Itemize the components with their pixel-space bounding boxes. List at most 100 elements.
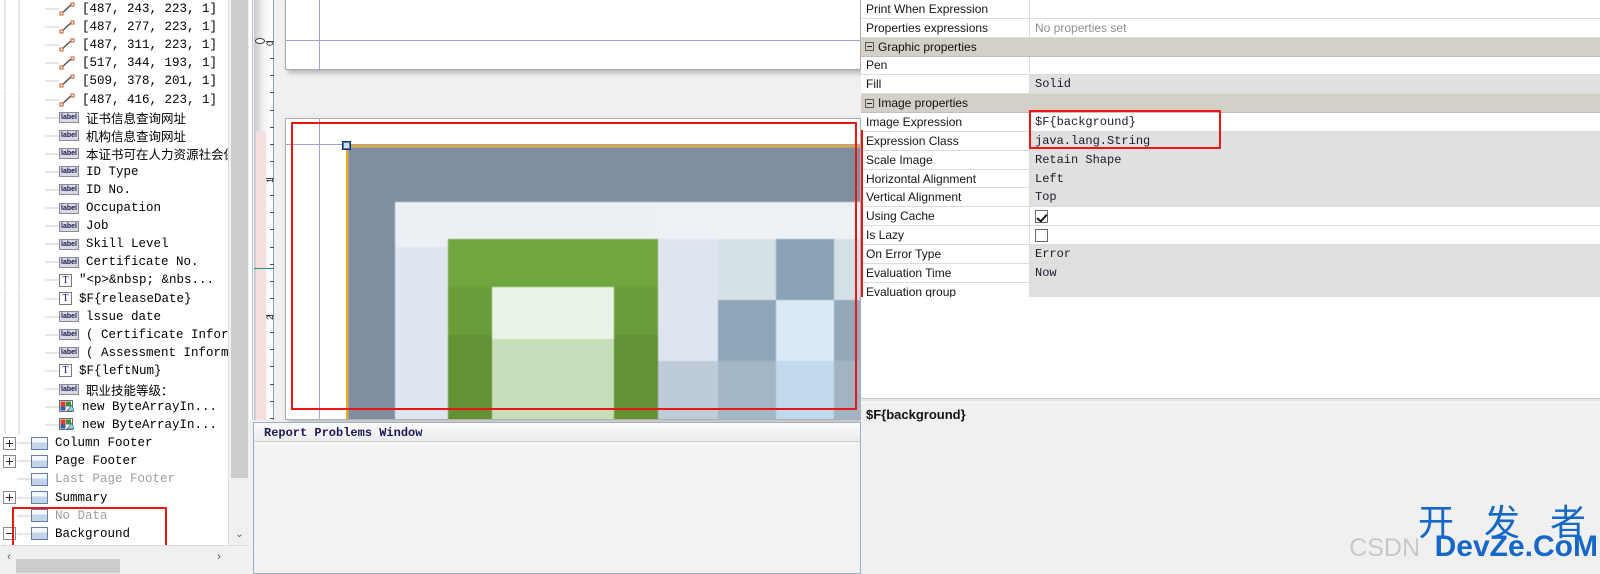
background-band-area[interactable]: [285, 118, 861, 420]
tree-node-5[interactable]: [487, 416, 223, 1]: [0, 90, 228, 109]
resize-handle-top-left[interactable]: [342, 141, 351, 150]
tree-vertical-scrollbar[interactable]: ⌄: [228, 0, 249, 545]
tree-horizontal-scroll-thumb[interactable]: [16, 559, 120, 573]
tree-node-19[interactable]: label ( Assessment Information ): h: [0, 343, 228, 362]
checkbox-unchecked-icon[interactable]: [1035, 228, 1048, 242]
property-row-4[interactable]: Fill Solid: [861, 75, 1600, 95]
property-name: Scale Image: [861, 150, 1030, 169]
tree-connector: [45, 199, 59, 218]
expand-node-icon[interactable]: [3, 436, 16, 450]
property-group-2[interactable]: Graphic properties: [861, 37, 1600, 57]
property-value[interactable]: [1030, 207, 1600, 226]
tree-node-spacer: [31, 93, 44, 106]
tree-node-spacer: [3, 473, 16, 486]
scroll-down-icon[interactable]: ⌄: [231, 526, 248, 543]
tree-vertical-scroll-thumb[interactable]: [231, 0, 248, 478]
tree-node-9[interactable]: label ID Type: [0, 162, 228, 181]
tree-node-26[interactable]: Last Page Footer: [0, 470, 228, 489]
collapse-group-icon[interactable]: [865, 42, 874, 52]
property-row-8[interactable]: Scale Image Retain Shape: [861, 150, 1600, 170]
tree-node-13[interactable]: label Skill Level: [0, 235, 228, 254]
tree-node-15[interactable]: T "<p>&nbsp; &nbs...: [0, 271, 228, 290]
checkbox-checked-icon[interactable]: [1035, 209, 1048, 223]
property-row-14[interactable]: Evaluation Time Now: [861, 263, 1600, 283]
tree-node-11[interactable]: label Occupation: [0, 199, 228, 218]
tree-node-2[interactable]: [487, 311, 223, 1]: [0, 36, 228, 55]
property-row-11[interactable]: Using Cache: [861, 207, 1600, 227]
tree-node-21[interactable]: label 职业技能等级：: [0, 380, 228, 399]
property-value[interactable]: No properties set: [1030, 18, 1600, 37]
tree-node-23[interactable]: new ByteArrayIn...: [0, 416, 228, 435]
tree-node-14[interactable]: label Certificate No.: [0, 253, 228, 272]
property-value[interactable]: Solid: [1030, 75, 1600, 94]
property-row-10[interactable]: Vertical Alignment Top: [861, 188, 1600, 208]
property-value[interactable]: Retain Shape: [1030, 150, 1600, 169]
text-field-icon: T: [59, 292, 72, 306]
property-group-label: Image properties: [878, 96, 969, 111]
tree-indent-guide: [14, 289, 28, 308]
property-row-7[interactable]: Expression Class java.lang.String: [861, 131, 1600, 151]
selected-image-element[interactable]: [346, 145, 860, 419]
tree-indent-guide: [0, 144, 14, 163]
tree-horizontal-scrollbar[interactable]: ‹ ›: [0, 545, 249, 574]
ruler-tick: [270, 212, 274, 214]
scroll-right-icon[interactable]: ›: [212, 549, 226, 565]
tree-node-spacer: [3, 509, 16, 522]
property-value[interactable]: [1030, 56, 1600, 75]
tree-connector: [45, 271, 59, 290]
image-element-icon: [59, 400, 75, 414]
property-value[interactable]: Now: [1030, 263, 1600, 282]
property-row-13[interactable]: On Error Type Error: [861, 244, 1600, 264]
tree-node-28[interactable]: No Data: [0, 506, 228, 525]
expand-node-icon[interactable]: [3, 454, 16, 468]
tree-node-6[interactable]: label 证书信息查询网址: [0, 108, 228, 127]
property-value[interactable]: $F{background}: [1030, 113, 1600, 131]
property-row-6[interactable]: Image Expression $F{background}: [861, 113, 1600, 132]
property-row-0[interactable]: Print When Expression: [861, 0, 1600, 19]
tree-node-0[interactable]: [487, 243, 223, 1]: [0, 0, 228, 19]
tree-node-10[interactable]: label ID No.: [0, 180, 228, 199]
collapse-node-icon[interactable]: [3, 527, 16, 541]
tree-indent-guide: [14, 18, 28, 37]
property-row-9[interactable]: Horizontal Alignment Left: [861, 169, 1600, 189]
tree-node-spacer: [31, 346, 44, 359]
property-group-5[interactable]: Image properties: [861, 94, 1600, 114]
tree-node-16[interactable]: T $F{releaseDate}: [0, 289, 228, 308]
collapse-group-icon[interactable]: [865, 98, 874, 108]
tree-indent-guide: [0, 90, 14, 109]
tree-node-18[interactable]: label ( Certificate Information ):: [0, 325, 228, 344]
property-value[interactable]: Left: [1030, 169, 1600, 188]
property-value[interactable]: [1030, 226, 1600, 244]
property-name: Evaluation Time: [861, 263, 1030, 282]
property-row-1[interactable]: Properties expressions No properties set: [861, 18, 1600, 38]
property-value[interactable]: Error: [1030, 244, 1600, 263]
band-icon: [31, 509, 48, 523]
ruler-label: 2: [265, 314, 275, 320]
tree-node-1[interactable]: [487, 277, 223, 1]: [0, 18, 228, 37]
tree-node-29[interactable]: Background: [0, 524, 228, 543]
property-row-12[interactable]: Is Lazy: [861, 226, 1600, 245]
band-icon: [31, 527, 48, 541]
property-group-label: Graphic properties: [878, 39, 977, 54]
tree-indent-guide: [0, 235, 14, 254]
tree-node-12[interactable]: label Job: [0, 217, 228, 236]
tree-indent-guide: [0, 108, 14, 127]
property-value[interactable]: Top: [1030, 188, 1600, 207]
tree-indent-guide: [0, 180, 14, 199]
scroll-left-icon[interactable]: ‹: [2, 549, 16, 565]
property-value[interactable]: [1030, 0, 1600, 18]
tree-node-25[interactable]: Page Footer: [0, 452, 228, 471]
expand-node-icon[interactable]: [3, 491, 16, 505]
tree-node-27[interactable]: Summary: [0, 488, 228, 507]
tree-node-22[interactable]: new ByteArrayIn...: [0, 398, 228, 417]
tree-node-4[interactable]: [509, 378, 201, 1]: [0, 72, 228, 91]
tree-node-24[interactable]: Column Footer: [0, 434, 228, 453]
tree-node-8[interactable]: label 本证书可在人力资源社会保障部: [0, 144, 228, 163]
tree-node-7[interactable]: label 机构信息查询网址: [0, 126, 228, 145]
tree-node-3[interactable]: [517, 344, 193, 1]: [0, 54, 228, 73]
property-row-3[interactable]: Pen: [861, 56, 1600, 76]
tab-report-problems-window[interactable]: Report Problems Window: [258, 425, 428, 442]
tree-node-17[interactable]: label lssue date: [0, 307, 228, 326]
tree-node-20[interactable]: T $F{leftNum}: [0, 361, 228, 380]
property-value[interactable]: java.lang.String: [1030, 131, 1600, 150]
